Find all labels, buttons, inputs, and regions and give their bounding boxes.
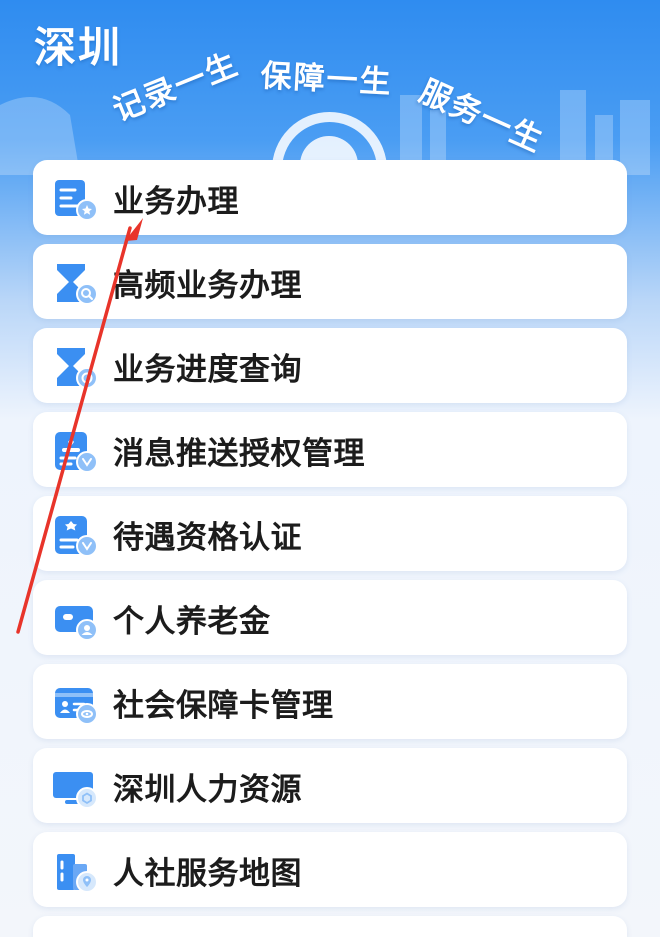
menu-item-progress-query[interactable]: 业务进度查询 — [33, 328, 627, 403]
menu-item-shenzhen-hr[interactable]: 深圳人力资源 — [33, 748, 627, 823]
menu-item-social-security-card[interactable]: 社会保障卡管理 — [33, 664, 627, 739]
menu-item-label: 业务进度查询 — [113, 352, 302, 388]
menu-item-label: 高频业务办理 — [113, 268, 302, 304]
menu-item-label: 深圳人力资源 — [113, 772, 302, 808]
menu-item-label: 业务办理 — [113, 184, 239, 220]
menu-item-label: 待遇资格认证 — [113, 520, 302, 556]
menu-item-high-frequency-business[interactable]: 高频业务办理 — [33, 244, 627, 319]
id-card-icon — [55, 688, 97, 725]
header-banner: 深圳 记录一生 保障一生 服务一生 — [0, 0, 660, 175]
city-title: 深圳 — [34, 23, 123, 72]
menu-item-label: 人社服务地图 — [113, 856, 302, 892]
badge-certification-icon — [55, 516, 97, 557]
slogan-protect: 保障一生 — [259, 57, 394, 101]
building-map-icon — [57, 854, 97, 893]
menu-item-label: 消息推送授权管理 — [113, 436, 365, 472]
menu-item-message-authorization[interactable]: 消息推送授权管理 — [33, 412, 627, 487]
menu-item-label: 个人养老金 — [113, 604, 271, 640]
menu-item-service-map[interactable]: 人社服务地图 — [33, 832, 627, 907]
menu-item-business-handling[interactable]: 业务办理 — [33, 160, 627, 235]
hourglass-search-icon — [57, 264, 97, 305]
menu-item-personal-pension[interactable]: 个人养老金 — [33, 580, 627, 655]
wallet-pension-icon — [55, 606, 97, 641]
menu-item-qualification-certification[interactable]: 待遇资格认证 — [33, 496, 627, 571]
menu-item-label: 社会保障卡管理 — [113, 688, 334, 724]
menu-item-partial[interactable] — [33, 916, 627, 937]
hourglass-progress-icon — [57, 348, 97, 389]
monitor-icon — [53, 772, 97, 809]
business-handling-icon — [55, 180, 97, 221]
badge-authorization-icon — [55, 432, 97, 473]
